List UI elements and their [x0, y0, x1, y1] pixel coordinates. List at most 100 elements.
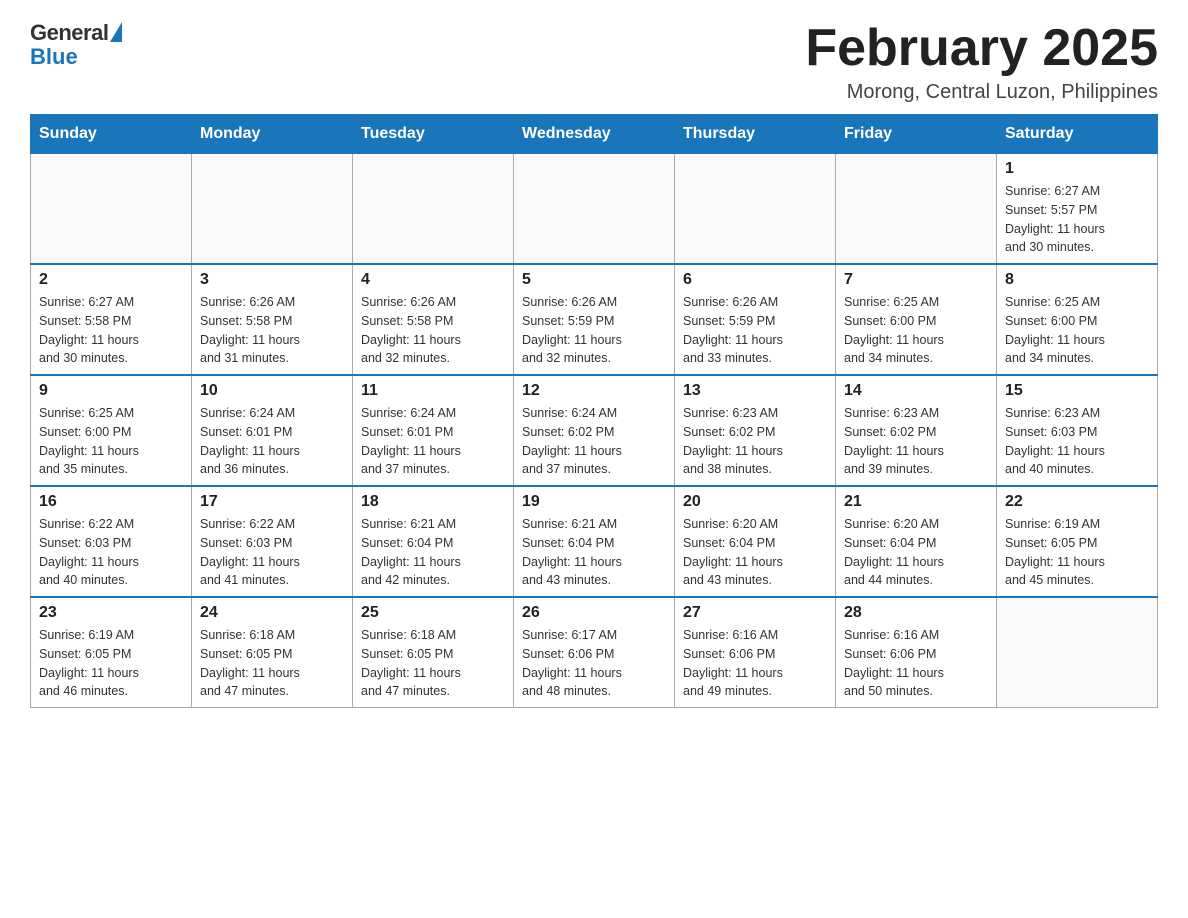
day-number: 12 — [522, 382, 666, 400]
calendar-cell: 23 Sunrise: 6:19 AM Sunset: 6:05 PM Dayli… — [31, 597, 192, 708]
calendar-week-row: 1Sunrise: 6:27 AM Sunset: 5:57 PM Daylig… — [31, 154, 1158, 265]
day-info: Sunrise: 6:26 AM Sunset: 5:59 PM Dayligh… — [683, 293, 827, 368]
day-number: 21 — [844, 493, 988, 511]
calendar-cell: 15 Sunrise: 6:23 AM Sunset: 6:03 PM Dayli… — [997, 375, 1158, 486]
day-number: 13 — [683, 382, 827, 400]
calendar-cell: 14Sunrise: 6:23 AM Sunset: 6:02 PM Dayli… — [836, 375, 997, 486]
day-number: 8 — [1005, 271, 1149, 289]
calendar-table: SundayMondayTuesdayWednesdayThursdayFrid… — [30, 114, 1158, 708]
day-info: Sunrise: 6:26 AM Sunset: 5:58 PM Dayligh… — [361, 293, 505, 368]
day-number: 7 — [844, 271, 988, 289]
day-number: 4 — [361, 271, 505, 289]
calendar-cell: 24Sunrise: 6:18 AM Sunset: 6:05 PM Dayli… — [192, 597, 353, 708]
day-header-wednesday: Wednesday — [514, 115, 675, 154]
title-section: February 2025 Morong, Central Luzon, Phi… — [805, 20, 1158, 104]
day-number: 9 — [39, 382, 183, 400]
calendar-cell: 16 Sunrise: 6:22 AM Sunset: 6:03 PM Dayli… — [31, 486, 192, 597]
calendar-cell: 18Sunrise: 6:21 AM Sunset: 6:04 PM Dayli… — [353, 486, 514, 597]
logo: General Blue — [30, 20, 122, 70]
day-header-sunday: Sunday — [31, 115, 192, 154]
day-number: 20 — [683, 493, 827, 511]
day-info: Sunrise: 6:24 AM Sunset: 6:02 PM Dayligh… — [522, 404, 666, 479]
calendar-cell: 21 Sunrise: 6:20 AM Sunset: 6:04 PM Dayli… — [836, 486, 997, 597]
month-title: February 2025 — [805, 20, 1158, 77]
day-number: 10 — [200, 382, 344, 400]
calendar-cell: 28 Sunrise: 6:16 AM Sunset: 6:06 PM Dayli… — [836, 597, 997, 708]
day-info: Sunrise: 6:20 AM Sunset: 6:04 PM Dayligh… — [844, 515, 988, 590]
calendar-cell: 3 Sunrise: 6:26 AM Sunset: 5:58 PM Daylig… — [192, 264, 353, 375]
day-number: 15 — [1005, 382, 1149, 400]
day-header-tuesday: Tuesday — [353, 115, 514, 154]
logo-triangle-icon — [110, 22, 122, 42]
calendar-cell: 17 Sunrise: 6:22 AM Sunset: 6:03 PM Dayli… — [192, 486, 353, 597]
calendar-header-row: SundayMondayTuesdayWednesdayThursdayFrid… — [31, 115, 1158, 154]
calendar-cell: 4 Sunrise: 6:26 AM Sunset: 5:58 PM Daylig… — [353, 264, 514, 375]
day-number: 25 — [361, 604, 505, 622]
day-info: Sunrise: 6:19 AM Sunset: 6:05 PM Dayligh… — [1005, 515, 1149, 590]
day-number: 5 — [522, 271, 666, 289]
calendar-week-row: 2 Sunrise: 6:27 AM Sunset: 5:58 PM Daylig… — [31, 264, 1158, 375]
location-title: Morong, Central Luzon, Philippines — [805, 81, 1158, 104]
calendar-cell — [353, 154, 514, 265]
day-number: 17 — [200, 493, 344, 511]
day-number: 2 — [39, 271, 183, 289]
day-info: Sunrise: 6:21 AM Sunset: 6:04 PM Dayligh… — [361, 515, 505, 590]
calendar-cell: 26 Sunrise: 6:17 AM Sunset: 6:06 PM Dayli… — [514, 597, 675, 708]
calendar-cell: 1Sunrise: 6:27 AM Sunset: 5:57 PM Daylig… — [997, 154, 1158, 265]
day-info: Sunrise: 6:26 AM Sunset: 5:58 PM Dayligh… — [200, 293, 344, 368]
day-header-saturday: Saturday — [997, 115, 1158, 154]
calendar-cell: 7 Sunrise: 6:25 AM Sunset: 6:00 PM Daylig… — [836, 264, 997, 375]
calendar-cell: 8Sunrise: 6:25 AM Sunset: 6:00 PM Daylig… — [997, 264, 1158, 375]
day-info: Sunrise: 6:22 AM Sunset: 6:03 PM Dayligh… — [200, 515, 344, 590]
day-number: 11 — [361, 382, 505, 400]
day-info: Sunrise: 6:27 AM Sunset: 5:58 PM Dayligh… — [39, 293, 183, 368]
calendar-cell — [997, 597, 1158, 708]
day-info: Sunrise: 6:25 AM Sunset: 6:00 PM Dayligh… — [39, 404, 183, 479]
calendar-cell — [192, 154, 353, 265]
day-info: Sunrise: 6:17 AM Sunset: 6:06 PM Dayligh… — [522, 626, 666, 701]
calendar-cell: 27 Sunrise: 6:16 AM Sunset: 6:06 PM Dayli… — [675, 597, 836, 708]
day-number: 22 — [1005, 493, 1149, 511]
day-number: 6 — [683, 271, 827, 289]
calendar-cell: 22 Sunrise: 6:19 AM Sunset: 6:05 PM Dayli… — [997, 486, 1158, 597]
day-info: Sunrise: 6:24 AM Sunset: 6:01 PM Dayligh… — [361, 404, 505, 479]
day-info: Sunrise: 6:16 AM Sunset: 6:06 PM Dayligh… — [683, 626, 827, 701]
day-info: Sunrise: 6:26 AM Sunset: 5:59 PM Dayligh… — [522, 293, 666, 368]
calendar-cell: 2 Sunrise: 6:27 AM Sunset: 5:58 PM Daylig… — [31, 264, 192, 375]
day-number: 3 — [200, 271, 344, 289]
calendar-cell: 20 Sunrise: 6:20 AM Sunset: 6:04 PM Dayli… — [675, 486, 836, 597]
calendar-cell: 11 Sunrise: 6:24 AM Sunset: 6:01 PM Dayli… — [353, 375, 514, 486]
calendar-cell: 5 Sunrise: 6:26 AM Sunset: 5:59 PM Daylig… — [514, 264, 675, 375]
day-number: 1 — [1005, 160, 1149, 178]
calendar-cell — [514, 154, 675, 265]
calendar-cell: 9 Sunrise: 6:25 AM Sunset: 6:00 PM Daylig… — [31, 375, 192, 486]
day-info: Sunrise: 6:19 AM Sunset: 6:05 PM Dayligh… — [39, 626, 183, 701]
day-header-thursday: Thursday — [675, 115, 836, 154]
day-number: 26 — [522, 604, 666, 622]
day-header-friday: Friday — [836, 115, 997, 154]
calendar-cell: 10Sunrise: 6:24 AM Sunset: 6:01 PM Dayli… — [192, 375, 353, 486]
day-info: Sunrise: 6:22 AM Sunset: 6:03 PM Dayligh… — [39, 515, 183, 590]
calendar-cell — [836, 154, 997, 265]
day-info: Sunrise: 6:18 AM Sunset: 6:05 PM Dayligh… — [361, 626, 505, 701]
calendar-cell — [31, 154, 192, 265]
day-number: 19 — [522, 493, 666, 511]
calendar-cell: 25 Sunrise: 6:18 AM Sunset: 6:05 PM Dayli… — [353, 597, 514, 708]
calendar-cell: 12 Sunrise: 6:24 AM Sunset: 6:02 PM Dayli… — [514, 375, 675, 486]
day-info: Sunrise: 6:20 AM Sunset: 6:04 PM Dayligh… — [683, 515, 827, 590]
day-info: Sunrise: 6:23 AM Sunset: 6:03 PM Dayligh… — [1005, 404, 1149, 479]
logo-general-text: General — [30, 20, 108, 46]
day-number: 14 — [844, 382, 988, 400]
day-number: 16 — [39, 493, 183, 511]
day-number: 28 — [844, 604, 988, 622]
calendar-cell: 13Sunrise: 6:23 AM Sunset: 6:02 PM Dayli… — [675, 375, 836, 486]
calendar-week-row: 23 Sunrise: 6:19 AM Sunset: 6:05 PM Dayli… — [31, 597, 1158, 708]
day-info: Sunrise: 6:21 AM Sunset: 6:04 PM Dayligh… — [522, 515, 666, 590]
calendar-week-row: 16 Sunrise: 6:22 AM Sunset: 6:03 PM Dayli… — [31, 486, 1158, 597]
day-info: Sunrise: 6:25 AM Sunset: 6:00 PM Dayligh… — [844, 293, 988, 368]
calendar-cell: 6 Sunrise: 6:26 AM Sunset: 5:59 PM Daylig… — [675, 264, 836, 375]
day-number: 24 — [200, 604, 344, 622]
day-number: 23 — [39, 604, 183, 622]
day-number: 27 — [683, 604, 827, 622]
day-info: Sunrise: 6:16 AM Sunset: 6:06 PM Dayligh… — [844, 626, 988, 701]
